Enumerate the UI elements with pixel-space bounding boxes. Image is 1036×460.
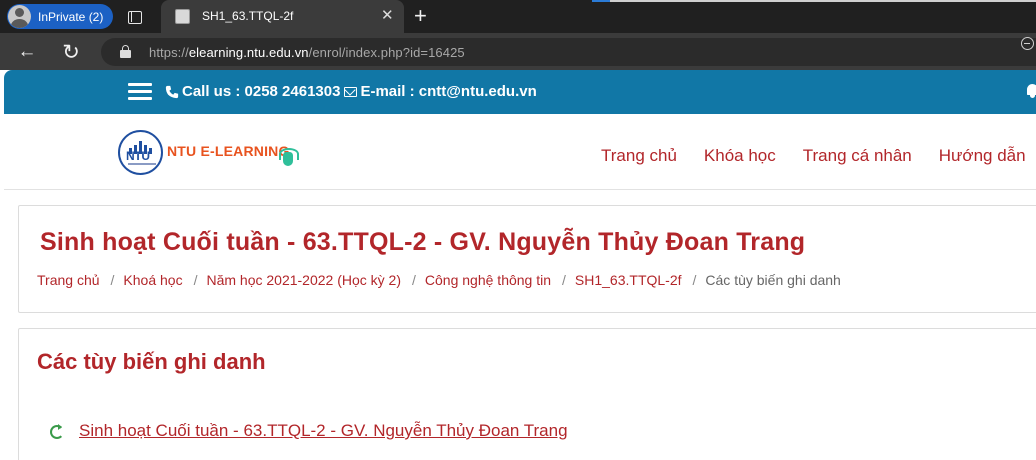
enrolment-heading: Các tùy biến ghi danh [37, 349, 266, 374]
menu-courses[interactable]: Khóa học [704, 146, 776, 166]
hamburger-menu-icon[interactable] [128, 82, 152, 102]
main-menu: Trang chủ Khóa học Trang cá nhân Hướng d… [601, 146, 1036, 166]
page-favicon-icon [175, 9, 190, 24]
logo-text: NTU E-LEARNING [167, 143, 290, 159]
mail-icon [344, 86, 358, 97]
inprivate-button[interactable]: InPrivate (2) [7, 4, 113, 29]
breadcrumb-current: Các tùy biến ghi danh [705, 272, 841, 288]
breadcrumb-school-year[interactable]: Năm học 2021-2022 (Học kỳ 2) [206, 272, 401, 288]
ntu-logo-mark: NTU [118, 130, 163, 175]
enrolment-options-card: Các tùy biến ghi danh Sinh hoạt Cuối tuầ… [18, 328, 1036, 460]
tab-title: SH1_63.TTQL-2f [202, 9, 294, 23]
site-top-bar: Call us : 0258 2461303 E-mail : cntt@ntu… [4, 70, 1036, 114]
pointer-hand-icon [278, 148, 300, 170]
web-page: Call us : 0258 2461303 E-mail : cntt@ntu… [4, 70, 1036, 460]
contact-phone: Call us : 0258 2461303 [182, 83, 341, 100]
menu-home[interactable]: Trang chủ [601, 146, 677, 166]
contact-email[interactable]: E-mail : cntt@ntu.edu.vn [360, 83, 536, 100]
url-field[interactable]: https://elearning.ntu.edu.vn/enrol/index… [101, 38, 1036, 66]
new-tab-button[interactable]: + [414, 3, 427, 29]
back-arrow-icon[interactable]: ← [14, 39, 40, 65]
lock-icon[interactable] [120, 45, 131, 58]
browser-address-bar: ← ↻ https://elearning.ntu.edu.vn/enrol/i… [0, 33, 1036, 70]
enrolment-course-link[interactable]: Sinh hoạt Cuối tuần - 63.TTQL-2 - GV. Ng… [79, 421, 568, 441]
breadcrumb: Trang chủ / Khoá học / Năm học 2021-2022… [37, 272, 841, 288]
url-text: https://elearning.ntu.edu.vn/enrol/index… [149, 45, 465, 60]
menu-profile[interactable]: Trang cá nhân [803, 146, 912, 166]
window-strip [592, 0, 1036, 2]
menu-guide[interactable]: Hướng dẫn [939, 146, 1026, 166]
course-title: Sinh hoạt Cuối tuần - 63.TTQL-2 - GV. Ng… [40, 228, 806, 256]
zoom-out-icon[interactable] [1021, 37, 1034, 50]
tab-close-icon[interactable]: ✕ [381, 6, 394, 26]
phone-icon [165, 85, 179, 98]
browser-tab-active[interactable]: SH1_63.TTQL-2f ✕ [161, 0, 404, 33]
course-icon [49, 424, 64, 439]
course-header-card: Sinh hoạt Cuối tuần - 63.TTQL-2 - GV. Ng… [18, 205, 1036, 313]
inprivate-label: InPrivate (2) [38, 9, 104, 24]
browser-tab-bar: InPrivate (2) SH1_63.TTQL-2f ✕ + [0, 0, 1036, 33]
refresh-icon[interactable]: ↻ [58, 39, 84, 65]
tab-actions-icon[interactable] [124, 6, 146, 28]
contact-info: Call us : 0258 2461303 E-mail : cntt@ntu… [165, 83, 537, 100]
breadcrumb-courses[interactable]: Khoá học [123, 272, 182, 288]
breadcrumb-course[interactable]: SH1_63.TTQL-2f [575, 272, 682, 288]
site-navbar: NTU NTU E-LEARNING Trang chủ Khóa học Tr… [4, 114, 1036, 190]
breadcrumb-department[interactable]: Công nghệ thông tin [425, 272, 551, 288]
enrolment-course-item: Sinh hoạt Cuối tuần - 63.TTQL-2 - GV. Ng… [49, 421, 568, 441]
site-logo[interactable]: NTU NTU E-LEARNING [118, 130, 308, 176]
notification-bell-icon[interactable] [1026, 84, 1036, 98]
breadcrumb-home[interactable]: Trang chủ [37, 272, 100, 288]
profile-avatar-icon [8, 5, 31, 28]
